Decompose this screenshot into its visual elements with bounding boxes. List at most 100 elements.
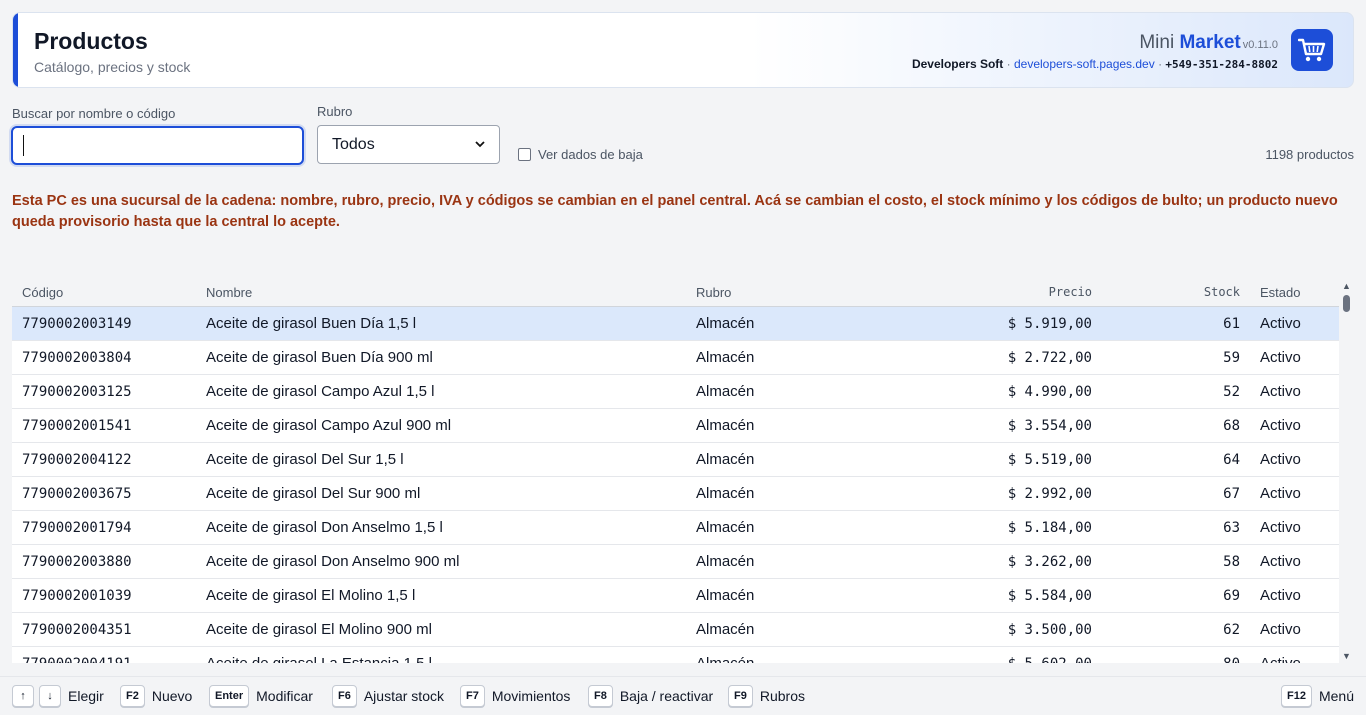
shortcut-label: Movimientos (491, 688, 571, 704)
table-row[interactable]: 7790002001541 Aceite de girasol Campo Azu… (12, 409, 1339, 443)
rubro-select[interactable]: Todos (317, 125, 500, 164)
table-row[interactable]: 7790002004191 Aceite de girasol La Estanc… (12, 647, 1339, 663)
scroll-thumb[interactable] (1343, 295, 1350, 312)
cell-stock: 80 (1223, 656, 1240, 663)
table-row[interactable]: 7790002003125 Aceite de girasol Campo Azu… (12, 375, 1339, 409)
cell-codigo: 7790002001039 (22, 588, 132, 604)
cell-nombre: Aceite de girasol Campo Azul 900 ml (206, 417, 452, 434)
shortcut-baja-reactivar[interactable]: F8 Baja / reactivar (588, 685, 713, 707)
brand-prefix: Mini (1139, 32, 1180, 53)
cell-estado: Activo (1260, 621, 1301, 638)
table-row[interactable]: 7790002004122 Aceite de girasol Del Sur 1… (12, 443, 1339, 477)
table-row[interactable]: 7790002004351 Aceite de girasol El Molino… (12, 613, 1339, 647)
cell-precio: $ 3.554,00 (1007, 418, 1092, 434)
column-header-rubro[interactable]: Rubro (696, 285, 731, 300)
cell-stock: 68 (1223, 418, 1240, 434)
cell-precio: $ 4.990,00 (1007, 384, 1092, 400)
cell-precio: $ 5.519,00 (1007, 452, 1092, 468)
cell-rubro: Almacén (696, 417, 755, 434)
cell-rubro: Almacén (696, 553, 755, 570)
baja-checkbox-label[interactable]: Ver dados de baja (538, 147, 643, 162)
cell-nombre: Aceite de girasol Buen Día 900 ml (206, 349, 433, 366)
table-body: 7790002003149 Aceite de girasol Buen Día … (12, 307, 1339, 663)
table-row[interactable]: 7790002003804 Aceite de girasol Buen Día … (12, 341, 1339, 375)
search-input[interactable] (11, 126, 304, 165)
cell-codigo: 7790002001541 (22, 418, 132, 434)
cell-precio: $ 2.992,00 (1007, 486, 1092, 502)
cell-stock: 62 (1223, 622, 1240, 638)
cell-stock: 61 (1223, 316, 1240, 332)
text-caret (23, 135, 24, 156)
shortcut-label: Baja / reactivar (619, 688, 714, 704)
company-phone: +549-351-284-8802 (1165, 58, 1278, 71)
brand-market: Market (1179, 32, 1241, 53)
arrow-down-key: ↓ (39, 685, 61, 707)
f2-key: F2 (120, 685, 145, 707)
enter-key: Enter (209, 685, 250, 707)
cell-stock: 63 (1223, 520, 1240, 536)
baja-checkbox[interactable] (518, 148, 531, 161)
product-count: 1198 productos (1265, 147, 1354, 162)
shortcut-menu[interactable]: F12 Menú (1281, 685, 1354, 707)
shortcut-ajustar-stock[interactable]: F6 Ajustar stock (332, 685, 444, 707)
separator: · (1003, 57, 1014, 71)
shortcut-label: Ajustar stock (363, 688, 444, 704)
column-header-codigo[interactable]: Código (22, 285, 63, 300)
products-table: Código Nombre Rubro Precio Stock Estado … (12, 279, 1354, 663)
cell-precio: $ 3.500,00 (1007, 622, 1092, 638)
shortcut-elegir[interactable]: ↑ ↓ Elegir (12, 685, 104, 707)
arrow-up-key: ↑ (12, 685, 34, 707)
cell-estado: Activo (1260, 315, 1301, 332)
table-row[interactable]: 7790002001794 Aceite de girasol Don Ansel… (12, 511, 1339, 545)
column-header-stock[interactable]: Stock (1204, 285, 1240, 299)
cell-estado: Activo (1260, 417, 1301, 434)
cell-precio: $ 5.602,00 (1008, 656, 1092, 663)
table-header: Código Nombre Rubro Precio Stock Estado (12, 279, 1339, 307)
cell-stock: 59 (1223, 350, 1240, 366)
f12-key: F12 (1281, 685, 1312, 707)
table-row[interactable]: 7790002003675 Aceite de girasol Del Sur 9… (12, 477, 1339, 511)
shortcut-nuevo[interactable]: F2 Nuevo (120, 685, 192, 707)
cell-rubro: Almacén (696, 655, 754, 663)
column-header-nombre[interactable]: Nombre (206, 285, 252, 300)
page-subtitle: Catálogo, precios y stock (34, 59, 191, 75)
cell-estado: Activo (1260, 553, 1301, 570)
cell-precio: $ 5.584,00 (1007, 588, 1092, 604)
cell-codigo: 7790002003149 (22, 316, 132, 332)
table-scrollbar[interactable]: ▲ ▼ (1339, 279, 1354, 663)
column-header-precio[interactable]: Precio (1049, 285, 1092, 299)
table-row[interactable]: 7790002003880 Aceite de girasol Don Ansel… (12, 545, 1339, 579)
cell-codigo: 7790002003675 (22, 486, 132, 502)
rubro-selected-value: Todos (332, 135, 375, 153)
column-header-estado[interactable]: Estado (1260, 285, 1300, 300)
scroll-up-icon[interactable]: ▲ (1342, 281, 1351, 291)
shortcut-label: Nuevo (151, 688, 193, 704)
scroll-down-icon[interactable]: ▼ (1342, 651, 1351, 661)
cell-rubro: Almacén (696, 315, 755, 332)
cell-codigo: 7790002003804 (22, 350, 132, 366)
cell-estado: Activo (1260, 383, 1301, 400)
cell-nombre: Aceite de girasol El Molino 900 ml (206, 621, 432, 638)
cell-nombre: Aceite de girasol Don Anselmo 900 ml (206, 553, 460, 570)
shopping-cart-icon (1291, 29, 1333, 71)
company-name: Developers Soft (911, 57, 1004, 71)
f6-key: F6 (332, 685, 357, 707)
page-header: Productos Catálogo, precios y stock Mini… (12, 12, 1354, 88)
cell-codigo: 7790002003125 (22, 384, 132, 400)
shortcut-movimientos[interactable]: F7 Movimientos (460, 685, 570, 707)
cell-nombre: Aceite de girasol Buen Día 1,5 l (206, 315, 417, 332)
cell-nombre: Aceite de girasol Del Sur 900 ml (206, 485, 421, 502)
cell-precio: $ 3.262,00 (1007, 554, 1092, 570)
brand-name: Mini Market v0.11.0 (912, 32, 1278, 54)
shortcut-modificar[interactable]: Enter Modificar (209, 685, 313, 707)
company-url[interactable]: developers-soft.pages.dev (1014, 57, 1155, 71)
f8-key: F8 (588, 685, 613, 707)
table-row[interactable]: 7790002003149 Aceite de girasol Buen Día … (12, 307, 1339, 341)
cell-stock: 64 (1223, 452, 1240, 468)
cell-stock: 52 (1223, 384, 1240, 400)
cell-nombre: Aceite de girasol La Estancia 1,5 l (206, 655, 432, 663)
shortcut-label: Elegir (68, 688, 104, 704)
table-row[interactable]: 7790002001039 Aceite de girasol El Molino… (12, 579, 1339, 613)
shortcut-rubros[interactable]: F9 Rubros (728, 685, 805, 707)
cell-estado: Activo (1260, 519, 1301, 536)
